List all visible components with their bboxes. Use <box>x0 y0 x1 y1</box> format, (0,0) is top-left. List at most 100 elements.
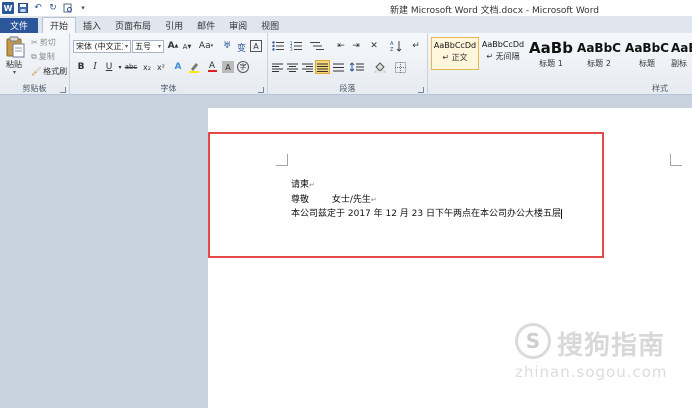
format-painter-button[interactable]: 🖌 格式刷 <box>31 66 67 77</box>
highlight-rectangle <box>208 132 604 258</box>
distributed-icon[interactable] <box>332 61 344 73</box>
clipboard-group: 粘贴 ▾ ✂ 剪切 ⧉ 复制 🖌 格式刷 剪贴板 <box>0 33 70 95</box>
text-effects-icon[interactable]: A <box>172 61 184 73</box>
grow-font-button[interactable]: A ▲ <box>167 40 179 52</box>
tab-references[interactable]: 引用 <box>158 18 190 33</box>
customize-qat-icon[interactable]: ▾ <box>77 2 89 14</box>
font-size-value: 五号 <box>135 42 151 51</box>
sogou-logo-icon: S <box>515 323 551 359</box>
svg-text:3: 3 <box>290 47 293 51</box>
sort-icon[interactable]: AZ <box>389 40 403 52</box>
style-subtitle[interactable]: AaBl 副标 <box>671 37 692 70</box>
margin-corner-top-right <box>670 154 682 166</box>
font-color-button[interactable]: A <box>206 61 218 73</box>
copy-button[interactable]: ⧉ 复制 <box>31 51 55 62</box>
change-case-icon: Aa <box>198 41 211 51</box>
word-app-icon[interactable]: W <box>2 2 14 14</box>
tab-review[interactable]: 审阅 <box>222 18 254 33</box>
char-shading-icon[interactable]: A <box>222 61 234 73</box>
ribbon-tabs: 文件 开始 插入 页面布局 引用 邮件 审阅 视图 <box>0 17 692 33</box>
italic-button[interactable]: I <box>89 61 101 73</box>
decrease-indent-icon[interactable]: ⇤ <box>334 40 348 52</box>
change-case-button[interactable]: Aa ▾ <box>197 40 215 52</box>
style-heading-2-name: 标题 2 <box>587 59 611 68</box>
align-right-icon[interactable] <box>301 61 313 73</box>
highlight-icon[interactable] <box>188 61 200 73</box>
show-formatting-marks-icon[interactable]: ↵ <box>409 40 423 52</box>
scissors-icon: ✂ <box>31 38 38 47</box>
phonetic-guide-icon[interactable]: 变 <box>235 40 247 52</box>
shading-icon[interactable] <box>372 61 388 73</box>
sogou-watermark: S 搜狗指南 zhinan.sogou.com <box>515 323 675 383</box>
paste-icon[interactable] <box>6 36 26 58</box>
style-title[interactable]: AaBbC 标题 <box>623 37 671 70</box>
copy-label: 复制 <box>38 52 55 61</box>
tab-file[interactable]: 文件 <box>0 18 39 33</box>
chevron-down-icon: ▾ <box>124 43 128 50</box>
watermark-url: zhinan.sogou.com <box>515 363 668 381</box>
style-normal[interactable]: AaBbCcDd ↵ 正文 <box>431 37 479 70</box>
style-heading-1-preview: AaBb <box>529 39 573 57</box>
line-spacing-icon[interactable] <box>349 61 365 73</box>
shrink-font-button[interactable]: A ▼ <box>181 41 193 53</box>
tab-insert[interactable]: 插入 <box>76 18 108 33</box>
tab-home[interactable]: 开始 <box>42 17 77 33</box>
redo-icon[interactable]: ↻ <box>47 2 59 14</box>
title-bar: W ↶ ↻ ▾ 新建 Microsoft Word 文档.docx - Micr… <box>0 0 692 17</box>
increase-indent-icon[interactable]: ⇥ <box>349 40 363 52</box>
styles-group: AaBbCcDd ↵ 正文 AaBbCcDd ↵ 无间隔 AaBb 标题 1 A… <box>428 33 692 95</box>
enclose-char-icon[interactable]: 字 <box>237 61 249 73</box>
style-heading-2-preview: AaBbC <box>577 41 621 55</box>
window-title: 新建 Microsoft Word 文档.docx - Microsoft Wo… <box>390 6 599 16</box>
paragraph-launcher-icon[interactable] <box>418 87 424 93</box>
clipboard-launcher-icon[interactable] <box>60 87 66 93</box>
style-no-spacing-preview: AaBbCcDd <box>481 40 525 49</box>
copy-icon: ⧉ <box>31 51 37 61</box>
styles-group-label: 样式 <box>652 84 668 93</box>
font-color-icon: A <box>208 61 216 71</box>
bold-button[interactable]: B <box>75 61 87 73</box>
tab-view[interactable]: 视图 <box>254 18 286 33</box>
style-subtitle-preview: AaBl <box>671 41 692 55</box>
style-heading-1[interactable]: AaBb 标题 1 <box>527 37 575 70</box>
font-name-value: 宋体 (中文正文) <box>76 42 123 51</box>
tab-mailings[interactable]: 邮件 <box>190 18 222 33</box>
chinese-layout-icon[interactable]: ✕ <box>366 40 382 52</box>
brush-icon: 🖌 <box>31 67 42 76</box>
font-size-select[interactable]: 五号 ▾ <box>132 40 164 53</box>
clear-format-icon[interactable]: ♅ <box>221 40 233 52</box>
save-icon[interactable] <box>17 2 29 14</box>
paragraph-group: 123 ⇤ ⇥ ✕ AZ ↵ 段落 <box>268 33 428 95</box>
strikethrough-button[interactable]: abc <box>123 61 139 73</box>
subscript-button[interactable]: x₂ <box>141 61 153 73</box>
undo-icon[interactable]: ↶ <box>32 2 44 14</box>
numbering-icon[interactable]: 123 <box>289 40 305 52</box>
font-group-label: 字体 <box>160 84 177 93</box>
borders-icon[interactable] <box>392 61 408 73</box>
char-border-icon[interactable]: A <box>250 40 262 52</box>
paragraph-group-label: 段落 <box>339 84 356 93</box>
tab-page-layout[interactable]: 页面布局 <box>108 18 158 33</box>
cut-button[interactable]: ✂ 剪切 <box>31 37 56 48</box>
align-left-icon[interactable] <box>271 61 283 73</box>
grow-font-icon: A <box>167 41 175 51</box>
bullets-icon[interactable] <box>271 40 287 52</box>
chevron-down-icon: ▾ <box>157 43 161 50</box>
paste-dropdown-icon[interactable]: ▾ <box>13 69 16 76</box>
ribbon: 粘贴 ▾ ✂ 剪切 ⧉ 复制 🖌 格式刷 剪贴板 宋体 (中文正文) ▾ 五号 … <box>0 33 692 95</box>
font-launcher-icon[interactable] <box>258 87 264 93</box>
multilevel-list-icon[interactable] <box>308 40 326 52</box>
justify-icon[interactable] <box>315 60 330 74</box>
style-no-spacing[interactable]: AaBbCcDd ↵ 无间隔 <box>479 37 527 70</box>
clipboard-group-label: 剪贴板 <box>22 84 47 93</box>
style-title-name: 标题 <box>639 59 655 68</box>
style-heading-2[interactable]: AaBbC 标题 2 <box>575 37 623 70</box>
superscript-button[interactable]: x² <box>155 61 167 73</box>
format-painter-label: 格式刷 <box>43 67 68 76</box>
watermark-brand: 搜狗指南 <box>557 331 666 361</box>
style-subtitle-name: 副标 <box>671 59 687 68</box>
font-name-select[interactable]: 宋体 (中文正文) ▾ <box>73 40 131 53</box>
align-center-icon[interactable] <box>286 61 298 73</box>
svg-text:Z: Z <box>390 47 394 52</box>
print-preview-icon[interactable] <box>62 2 74 14</box>
